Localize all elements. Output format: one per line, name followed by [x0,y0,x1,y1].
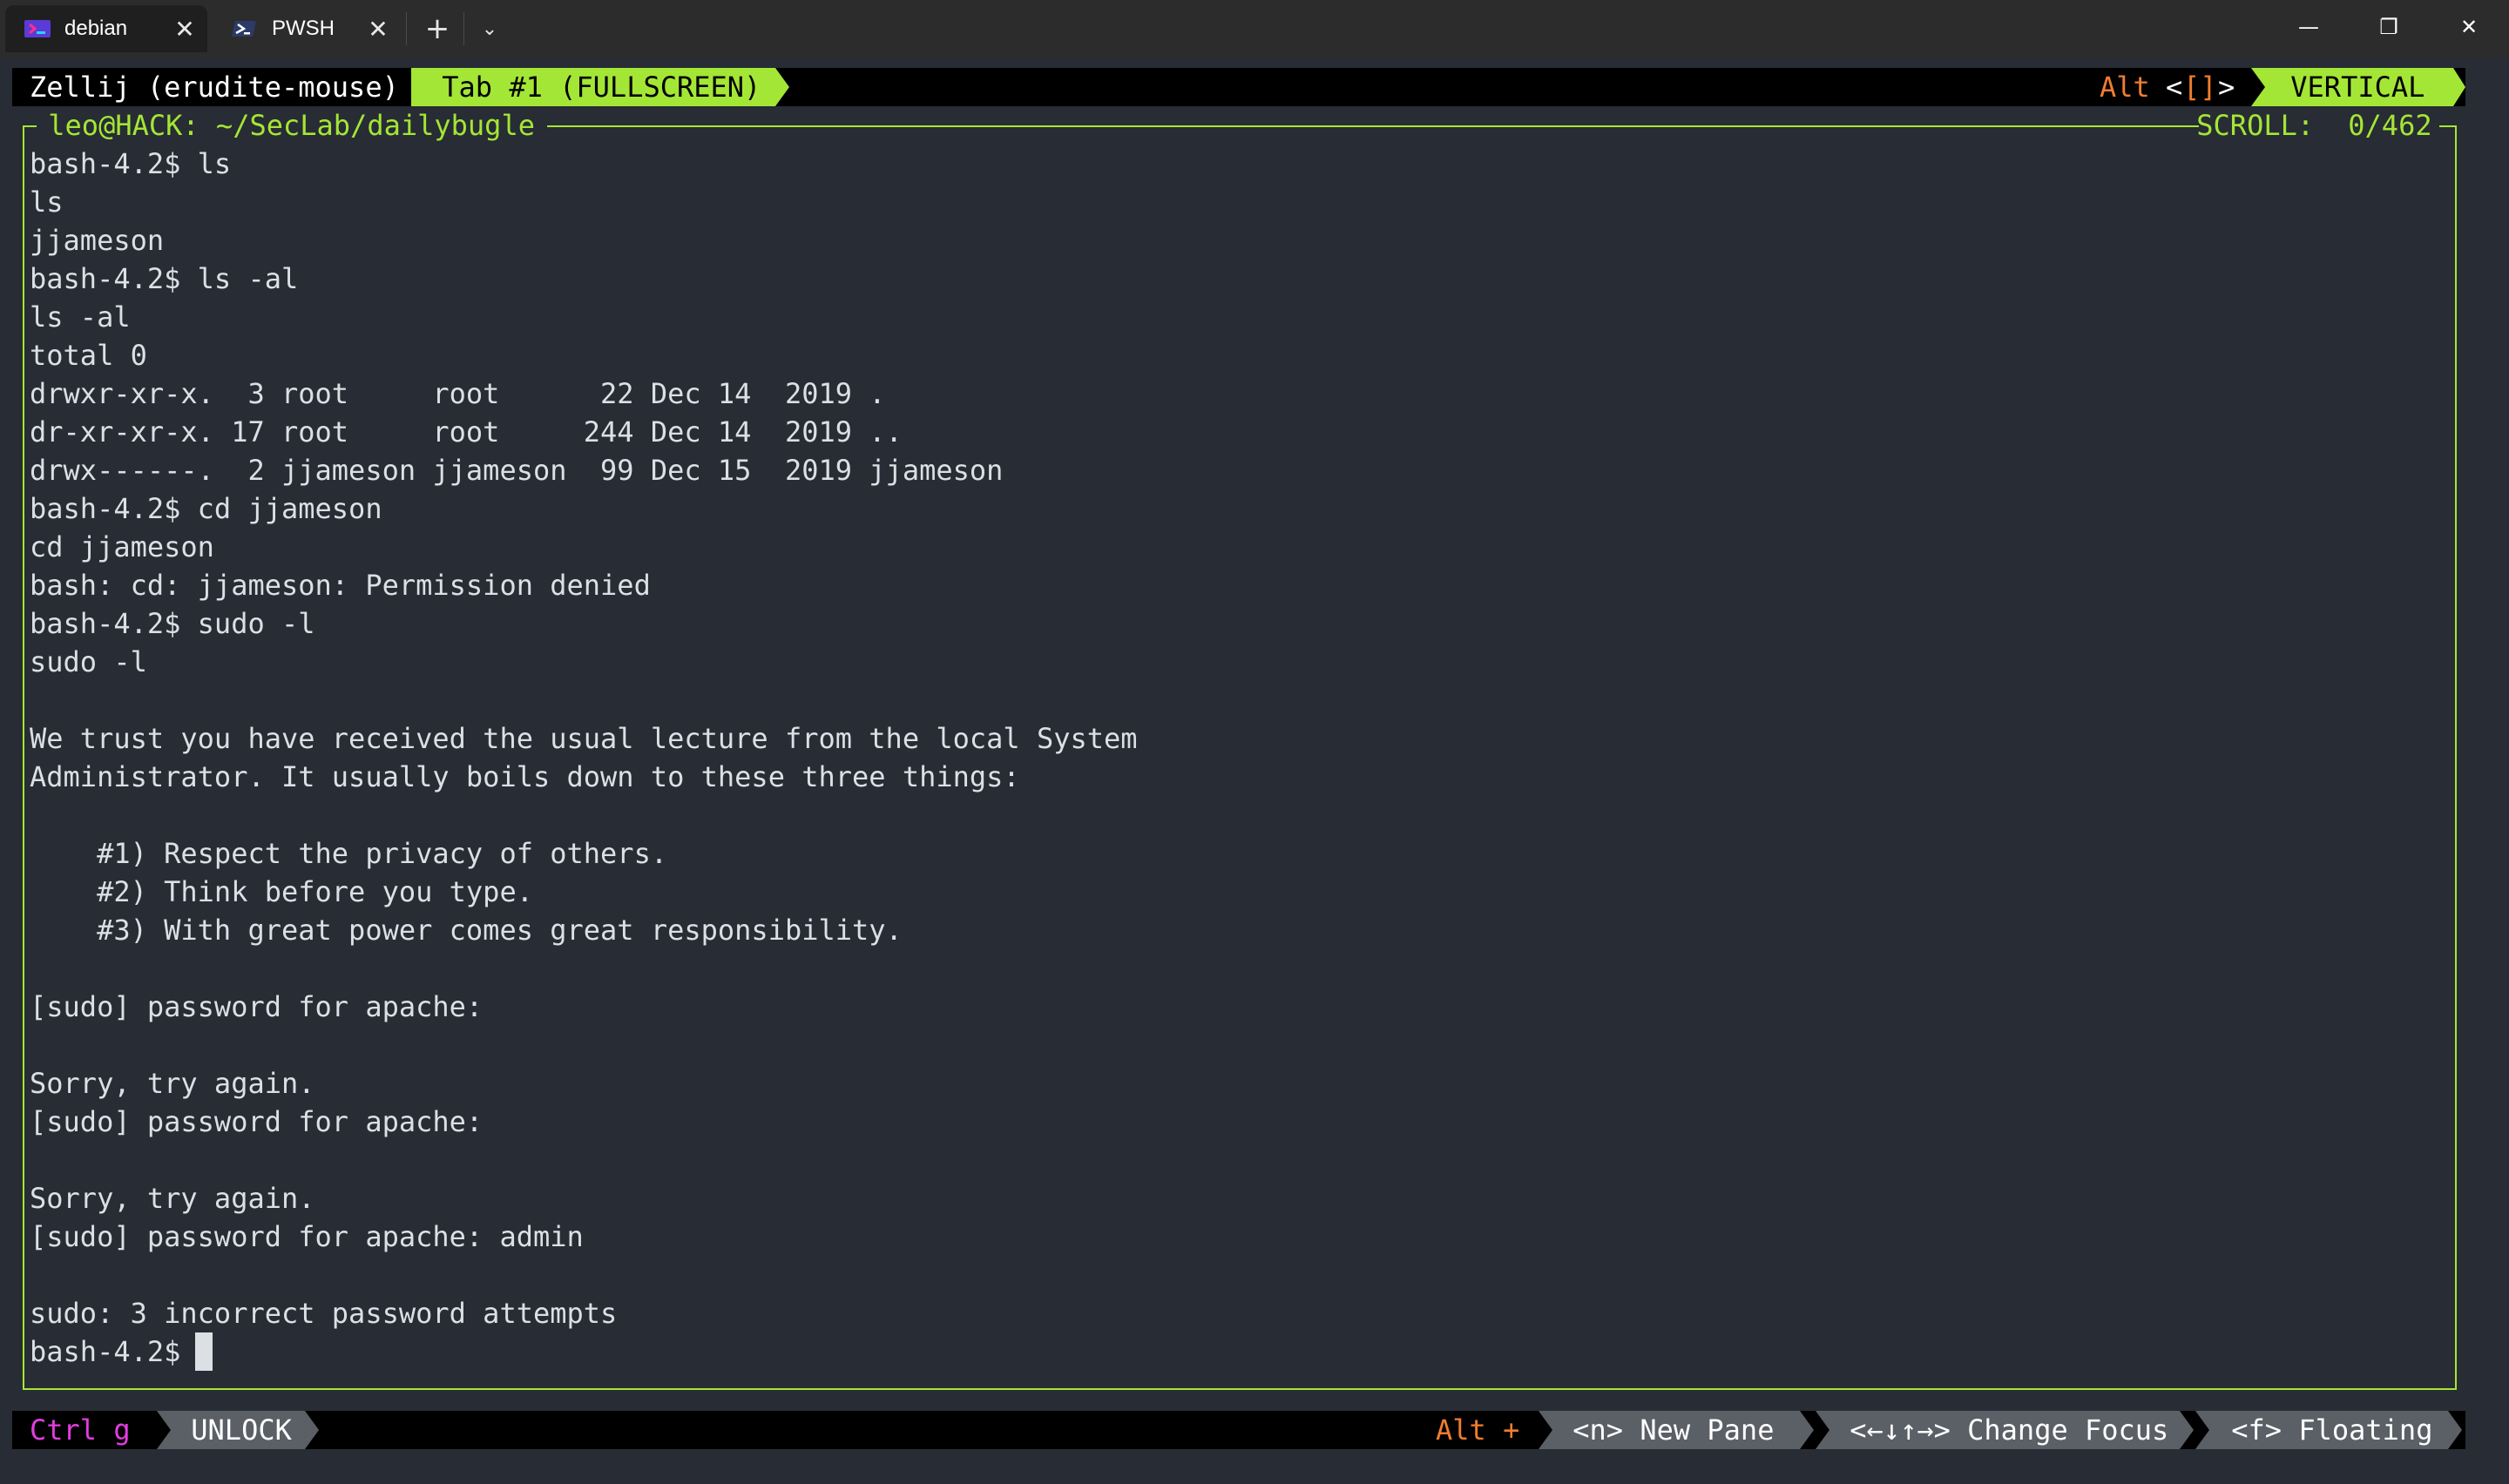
alt-label: Alt [2100,71,2167,104]
separator-arrow [2453,68,2465,106]
terminal-line: ls [30,186,64,219]
alt-plus-label: Alt + [1436,1413,1537,1447]
tab-label: debian [64,17,128,40]
unlock-mode[interactable]: UNLOCK [174,1411,308,1449]
separator-arrow [2195,1411,2209,1449]
ctrl-g-label: Ctrl g [30,1413,147,1447]
zellij-status-bar: Ctrl g UNLOCK Alt + <n> New Pane <←↓↑→> … [12,1411,2465,1449]
terminal-line: [sudo] password for apache: [30,990,484,1023]
terminal-line: dr-xr-xr-x. 17 root root 244 Dec 14 2019… [30,415,903,449]
alt-keys-open: < [2166,71,2183,104]
terminal-line: Sorry, try again. [30,1067,315,1100]
separator-arrow [1816,1411,1829,1449]
terminal-line: bash-4.2$ [30,1335,198,1368]
terminal-line: bash-4.2$ ls -al [30,262,299,295]
terminal-line: [sudo] password for apache: admin [30,1220,584,1253]
debian-terminal-icon [23,17,52,40]
new-tab-button[interactable]: + [415,9,460,49]
terminal-line: sudo -l [30,645,147,678]
terminal-line: sudo: 3 incorrect password attempts [30,1297,618,1330]
change-focus-hint[interactable]: <←↓↑→> Change Focus [1833,1411,2186,1449]
separator-arrow [2251,68,2265,106]
alt-keys-close: > [2218,71,2235,104]
layout-mode[interactable]: VERTICAL [2274,68,2442,106]
separator-arrow [775,68,789,106]
terminal-line: [sudo] password for apache: [30,1105,484,1138]
pane-title: leo@HACK: ~/SecLab/dailybugle [31,109,552,142]
separator-arrow [1800,1411,1814,1449]
terminal-line: drwxr-xr-x. 3 root root 22 Dec 14 2019 . [30,377,886,410]
close-tab-icon[interactable]: ✕ [167,11,202,46]
scroll-value: 0/462 [2331,109,2449,142]
session-name: Zellij (erudite-mouse) [30,71,416,104]
title-bar: debian ✕ PWSH ✕ + ⌄ — ❐ ✕ [0,0,2509,57]
restore-button[interactable]: ❐ [2349,0,2429,54]
terminal-line: bash-4.2$ cd jjameson [30,492,382,525]
terminal-line: Sorry, try again. [30,1182,315,1215]
terminal-line: bash-4.2$ ls [30,147,232,180]
terminal-line: bash-4.2$ sudo -l [30,607,315,640]
close-window-button[interactable]: ✕ [2429,0,2509,54]
tab-debian[interactable]: debian ✕ [5,5,207,52]
terminal-line: drwx------. 2 jjameson jjameson 99 Dec 1… [30,454,1004,487]
separator-arrow [157,1411,171,1449]
separator-arrow [2448,1411,2462,1449]
terminal-line: #1) Respect the privacy of others. [30,837,668,870]
close-tab-icon[interactable]: ✕ [361,11,396,46]
scroll-label: SCROLL: [2180,109,2331,142]
terminal-line: We trust you have received the usual lec… [30,722,1138,755]
separator-arrow [305,1411,319,1449]
alt-keys-brackets: [] [2183,71,2217,104]
chevron-down-icon[interactable]: ⌄ [467,9,512,49]
terminal-line: bash: cd: jjameson: Permission denied [30,569,651,602]
minimize-button[interactable]: — [2269,0,2349,54]
tab-pwsh[interactable]: PWSH ✕ [213,5,401,52]
zellij-tab-bar: Zellij (erudite-mouse) Tab #1 (FULLSCREE… [12,68,2465,106]
floating-hint[interactable]: <f> Floating [2215,1411,2450,1449]
terminal-line: ls -al [30,300,131,334]
separator-arrow [1539,1411,1552,1449]
terminal-line: Administrator. It usually boils down to … [30,760,1020,793]
new-pane-hint[interactable]: <n> New Pane [1556,1411,1791,1449]
frame-top-middle [547,125,2199,127]
terminal-line: #2) Think before you type. [30,875,533,908]
terminal-line: #3) With great power comes great respons… [30,914,903,947]
terminal-line: jjameson [30,224,165,257]
terminal-line: cd jjameson [30,530,214,563]
powershell-icon [230,17,260,40]
tab-fullscreen[interactable]: Tab #1 (FULLSCREEN) [425,68,778,106]
tab-label: PWSH [272,17,335,40]
divider [406,12,407,45]
separator-arrow [2180,1411,2194,1449]
divider [463,12,464,45]
terminal-line: total 0 [30,339,147,372]
text-cursor [195,1332,213,1371]
terminal-window: debian ✕ PWSH ✕ + ⌄ — ❐ ✕ Zellij (erudit… [0,0,2509,1484]
